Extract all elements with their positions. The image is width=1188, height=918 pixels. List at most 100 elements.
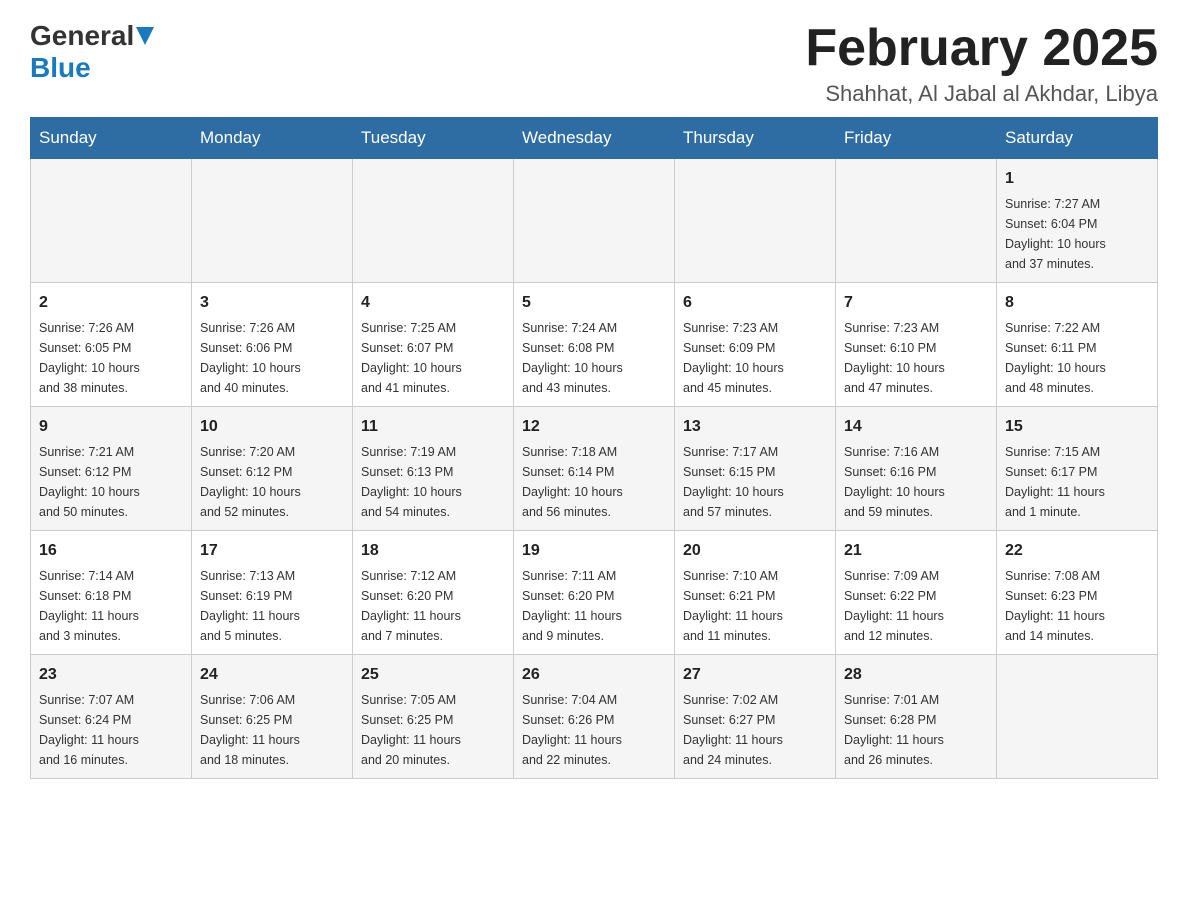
day-number: 9 — [39, 415, 183, 439]
day-info: Sunrise: 7:07 AMSunset: 6:24 PMDaylight:… — [39, 690, 183, 770]
calendar-week-row: 1Sunrise: 7:27 AMSunset: 6:04 PMDaylight… — [31, 159, 1158, 283]
day-number: 5 — [522, 291, 666, 315]
day-number: 6 — [683, 291, 827, 315]
day-info: Sunrise: 7:12 AMSunset: 6:20 PMDaylight:… — [361, 566, 505, 646]
calendar-header-row: SundayMondayTuesdayWednesdayThursdayFrid… — [31, 118, 1158, 159]
day-info: Sunrise: 7:08 AMSunset: 6:23 PMDaylight:… — [1005, 566, 1149, 646]
day-info: Sunrise: 7:23 AMSunset: 6:09 PMDaylight:… — [683, 318, 827, 398]
day-info: Sunrise: 7:26 AMSunset: 6:06 PMDaylight:… — [200, 318, 344, 398]
logo: General Blue — [30, 20, 154, 84]
day-info: Sunrise: 7:09 AMSunset: 6:22 PMDaylight:… — [844, 566, 988, 646]
day-of-week-wednesday: Wednesday — [514, 118, 675, 159]
day-number: 16 — [39, 539, 183, 563]
day-of-week-saturday: Saturday — [997, 118, 1158, 159]
calendar-day-22: 22 Sunrise: 7:08 AMSunset: 6:23 PMDayligh… — [997, 531, 1158, 655]
day-number: 2 — [39, 291, 183, 315]
calendar-day-8: 8Sunrise: 7:22 AMSunset: 6:11 PMDaylight… — [997, 283, 1158, 407]
calendar-day-1: 1Sunrise: 7:27 AMSunset: 6:04 PMDaylight… — [997, 159, 1158, 283]
calendar-day-18: 18 Sunrise: 7:12 AMSunset: 6:20 PMDayligh… — [353, 531, 514, 655]
day-info: Sunrise: 7:16 AMSunset: 6:16 PMDaylight:… — [844, 442, 988, 522]
day-number: 27 — [683, 663, 827, 687]
calendar-day-14: 14 Sunrise: 7:16 AMSunset: 6:16 PMDayligh… — [836, 407, 997, 531]
day-info: Sunrise: 7:18 AMSunset: 6:14 PMDaylight:… — [522, 442, 666, 522]
calendar-day-16: 16 Sunrise: 7:14 AMSunset: 6:18 PMDayligh… — [31, 531, 192, 655]
day-of-week-friday: Friday — [836, 118, 997, 159]
day-info: Sunrise: 7:26 AMSunset: 6:05 PMDaylight:… — [39, 318, 183, 398]
calendar-day-26: 26Sunrise: 7:04 AMSunset: 6:26 PMDayligh… — [514, 655, 675, 779]
month-title: February 2025 — [805, 20, 1158, 77]
calendar-day-15: 15Sunrise: 7:15 AMSunset: 6:17 PMDayligh… — [997, 407, 1158, 531]
calendar-day-23: 23 Sunrise: 7:07 AMSunset: 6:24 PMDayligh… — [31, 655, 192, 779]
day-of-week-monday: Monday — [192, 118, 353, 159]
day-info: Sunrise: 7:10 AMSunset: 6:21 PMDaylight:… — [683, 566, 827, 646]
day-info: Sunrise: 7:02 AMSunset: 6:27 PMDaylight:… — [683, 690, 827, 770]
calendar-day-9: 9 Sunrise: 7:21 AMSunset: 6:12 PMDaylight… — [31, 407, 192, 531]
logo-triangle-icon — [136, 27, 154, 50]
calendar-day-25: 25Sunrise: 7:05 AMSunset: 6:25 PMDayligh… — [353, 655, 514, 779]
calendar-day-28: 28 Sunrise: 7:01 AMSunset: 6:28 PMDayligh… — [836, 655, 997, 779]
day-info: Sunrise: 7:01 AMSunset: 6:28 PMDaylight:… — [844, 690, 988, 770]
calendar-week-row: 23 Sunrise: 7:07 AMSunset: 6:24 PMDayligh… — [31, 655, 1158, 779]
day-info: Sunrise: 7:06 AMSunset: 6:25 PMDaylight:… — [200, 690, 344, 770]
calendar-empty-cell — [353, 159, 514, 283]
day-info: Sunrise: 7:11 AMSunset: 6:20 PMDaylight:… — [522, 566, 666, 646]
calendar-empty-cell — [31, 159, 192, 283]
calendar-day-6: 6 Sunrise: 7:23 AMSunset: 6:09 PMDaylight… — [675, 283, 836, 407]
calendar-day-3: 3Sunrise: 7:26 AMSunset: 6:06 PMDaylight… — [192, 283, 353, 407]
day-number: 8 — [1005, 291, 1149, 315]
calendar-day-27: 27 Sunrise: 7:02 AMSunset: 6:27 PMDayligh… — [675, 655, 836, 779]
day-number: 25 — [361, 663, 505, 687]
calendar-day-24: 24 Sunrise: 7:06 AMSunset: 6:25 PMDayligh… — [192, 655, 353, 779]
day-number: 24 — [200, 663, 344, 687]
logo-blue-text: Blue — [30, 52, 91, 83]
day-number: 12 — [522, 415, 666, 439]
day-number: 13 — [683, 415, 827, 439]
day-number: 14 — [844, 415, 988, 439]
day-number: 18 — [361, 539, 505, 563]
day-info: Sunrise: 7:20 AMSunset: 6:12 PMDaylight:… — [200, 442, 344, 522]
day-info: Sunrise: 7:24 AMSunset: 6:08 PMDaylight:… — [522, 318, 666, 398]
calendar-empty-cell — [514, 159, 675, 283]
calendar-empty-cell — [192, 159, 353, 283]
day-info: Sunrise: 7:21 AMSunset: 6:12 PMDaylight:… — [39, 442, 183, 522]
day-of-week-sunday: Sunday — [31, 118, 192, 159]
day-number: 20 — [683, 539, 827, 563]
calendar-empty-cell — [997, 655, 1158, 779]
calendar-day-5: 5 Sunrise: 7:24 AMSunset: 6:08 PMDaylight… — [514, 283, 675, 407]
calendar-empty-cell — [836, 159, 997, 283]
title-section: February 2025 Shahhat, Al Jabal al Akhda… — [805, 20, 1158, 107]
calendar-day-4: 4 Sunrise: 7:25 AMSunset: 6:07 PMDaylight… — [353, 283, 514, 407]
day-number: 17 — [200, 539, 344, 563]
calendar-day-20: 20 Sunrise: 7:10 AMSunset: 6:21 PMDayligh… — [675, 531, 836, 655]
day-info: Sunrise: 7:23 AMSunset: 6:10 PMDaylight:… — [844, 318, 988, 398]
location-title: Shahhat, Al Jabal al Akhdar, Libya — [805, 81, 1158, 107]
calendar-week-row: 9 Sunrise: 7:21 AMSunset: 6:12 PMDaylight… — [31, 407, 1158, 531]
calendar-day-11: 11 Sunrise: 7:19 AMSunset: 6:13 PMDayligh… — [353, 407, 514, 531]
day-number: 11 — [361, 415, 505, 439]
calendar-day-13: 13Sunrise: 7:17 AMSunset: 6:15 PMDayligh… — [675, 407, 836, 531]
logo-general-text: General — [30, 20, 134, 52]
day-number: 23 — [39, 663, 183, 687]
day-info: Sunrise: 7:04 AMSunset: 6:26 PMDaylight:… — [522, 690, 666, 770]
calendar-empty-cell — [675, 159, 836, 283]
calendar-week-row: 16 Sunrise: 7:14 AMSunset: 6:18 PMDayligh… — [31, 531, 1158, 655]
day-number: 7 — [844, 291, 988, 315]
day-of-week-tuesday: Tuesday — [353, 118, 514, 159]
day-info: Sunrise: 7:25 AMSunset: 6:07 PMDaylight:… — [361, 318, 505, 398]
calendar-day-12: 12 Sunrise: 7:18 AMSunset: 6:14 PMDayligh… — [514, 407, 675, 531]
day-number: 10 — [200, 415, 344, 439]
day-number: 4 — [361, 291, 505, 315]
day-info: Sunrise: 7:19 AMSunset: 6:13 PMDaylight:… — [361, 442, 505, 522]
calendar-day-21: 21 Sunrise: 7:09 AMSunset: 6:22 PMDayligh… — [836, 531, 997, 655]
calendar-day-17: 17Sunrise: 7:13 AMSunset: 6:19 PMDayligh… — [192, 531, 353, 655]
calendar-table: SundayMondayTuesdayWednesdayThursdayFrid… — [30, 117, 1158, 779]
day-info: Sunrise: 7:14 AMSunset: 6:18 PMDaylight:… — [39, 566, 183, 646]
calendar-day-2: 2 Sunrise: 7:26 AMSunset: 6:05 PMDaylight… — [31, 283, 192, 407]
calendar-week-row: 2 Sunrise: 7:26 AMSunset: 6:05 PMDaylight… — [31, 283, 1158, 407]
day-info: Sunrise: 7:27 AMSunset: 6:04 PMDaylight:… — [1005, 194, 1149, 274]
day-number: 28 — [844, 663, 988, 687]
calendar-day-10: 10 Sunrise: 7:20 AMSunset: 6:12 PMDayligh… — [192, 407, 353, 531]
page-header: General Blue February 2025 Shahhat, Al J… — [30, 20, 1158, 107]
day-number: 22 — [1005, 539, 1149, 563]
day-number: 21 — [844, 539, 988, 563]
